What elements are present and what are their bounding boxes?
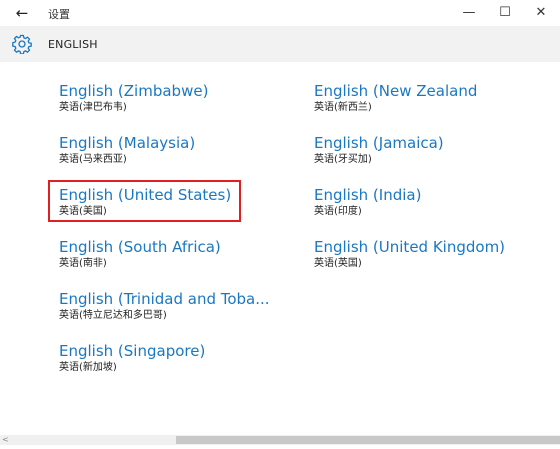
title-bar: ← 设置 — ☐ ✕ (0, 0, 560, 26)
back-button[interactable]: ← (10, 2, 34, 24)
page-title: ENGLISH (48, 38, 98, 51)
language-native-name: 英语(英国) (314, 258, 362, 269)
language-option-new-zealand[interactable]: English (New Zealand 英语(新西兰) (314, 82, 477, 115)
language-name: English (Singapore) (59, 342, 206, 360)
language-native-name: 英语(印度) (314, 206, 362, 217)
language-native-name: 英语(南非) (59, 258, 107, 269)
language-name: English (New Zealand (314, 82, 478, 100)
scrollbar-thumb[interactable] (176, 436, 560, 444)
language-option-south-africa[interactable]: English (South Africa) 英语(南非) (59, 238, 221, 271)
language-option-malaysia[interactable]: English (Malaysia) 英语(马来西亚) (59, 134, 195, 167)
language-option-trinidad-tobago[interactable]: English (Trinidad and Toba... 英语(特立尼达和多巴… (59, 290, 270, 323)
maximize-button[interactable]: ☐ (487, 0, 523, 26)
language-option-singapore[interactable]: English (Singapore) 英语(新加坡) (59, 342, 205, 375)
window-title: 设置 (48, 8, 70, 21)
language-native-name: 英语(牙买加) (314, 154, 372, 165)
selection-highlight-box (48, 180, 241, 222)
language-native-name: 英语(马来西亚) (59, 154, 127, 165)
scroll-left-icon[interactable]: < (2, 435, 10, 445)
minimize-button[interactable]: — (451, 0, 487, 26)
close-button[interactable]: ✕ (523, 0, 559, 26)
language-option-zimbabwe[interactable]: English (Zimbabwe) 英语(津巴布韦) (59, 82, 208, 115)
language-name: English (United Kingdom) (314, 238, 506, 256)
language-native-name: 英语(特立尼达和多巴哥) (59, 310, 167, 321)
language-native-name: 英语(新西兰) (314, 102, 372, 113)
gear-icon (12, 34, 32, 54)
language-name: English (India) (314, 186, 422, 204)
language-native-name: 英语(津巴布韦) (59, 102, 127, 113)
language-name: English (Malaysia) (59, 134, 196, 152)
language-option-jamaica[interactable]: English (Jamaica) 英语(牙买加) (314, 134, 444, 167)
language-name: English (Trinidad and Toba... (59, 290, 270, 308)
horizontal-scrollbar[interactable]: < (0, 435, 560, 445)
language-native-name: 英语(新加坡) (59, 362, 117, 373)
language-option-india[interactable]: English (India) 英语(印度) (314, 186, 421, 219)
language-name: English (Zimbabwe) (59, 82, 209, 100)
language-option-united-kingdom[interactable]: English (United Kingdom) 英语(英国) (314, 238, 505, 271)
language-name: English (South Africa) (59, 238, 221, 256)
language-name: English (Jamaica) (314, 134, 444, 152)
